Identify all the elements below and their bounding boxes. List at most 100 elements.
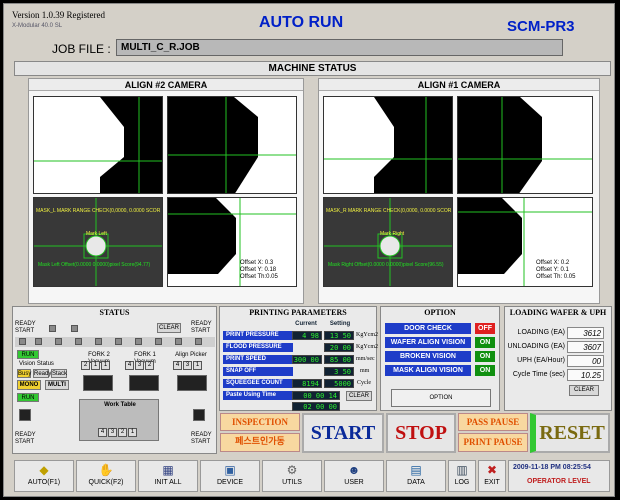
status-indicator <box>55 338 62 345</box>
gear-icon: ⚙ <box>286 463 298 477</box>
align2-view-top-right-image <box>168 97 296 193</box>
status-indicator <box>135 338 142 345</box>
align-picker-label: Align Picker <box>175 352 207 358</box>
start-button[interactable]: START <box>302 413 384 453</box>
auto-f1-button[interactable]: ◆ AUTO(F1) <box>14 460 74 492</box>
data-label: DATA <box>407 479 425 486</box>
align2-offset-y: Offset Y: 0.18 <box>240 267 277 273</box>
status-start-label-bottom-right: START <box>191 439 211 445</box>
user-button[interactable]: ☻ USER <box>324 460 384 492</box>
status-indicator <box>75 338 82 345</box>
loading-clear-button[interactable]: CLEAR <box>569 385 599 396</box>
squeegee-count-label: SQUEEGEE COUNT <box>223 379 293 388</box>
uph-label: UPH (EA/Hour) <box>517 357 565 364</box>
snap-off-setting[interactable]: 3 50 <box>324 367 354 376</box>
flood-pressure-setting[interactable]: 20 00 <box>324 343 354 352</box>
align-picker-cell: 1 <box>193 361 202 370</box>
status-indicator <box>35 338 42 345</box>
door-check-toggle[interactable]: OFF <box>475 323 495 334</box>
fork1-cell: 4 <box>125 361 134 370</box>
status-indicator <box>95 338 102 345</box>
wafer-align-vision-toggle[interactable]: ON <box>475 337 495 348</box>
multi-button[interactable]: MULTI <box>45 380 69 390</box>
user-label: USER <box>344 479 364 486</box>
align1-view-bottom-right[interactable]: Offset X: 0.2 Offset Y: 0.1 Offset Th: 0… <box>457 197 593 287</box>
status-start-label-right: START <box>191 328 211 334</box>
status-start-label-bottom-left: START <box>15 439 35 445</box>
align-picker-cell: 3 <box>183 361 192 370</box>
align2-view-top-right[interactable] <box>167 96 297 194</box>
loading-label: LOADING (EA) <box>517 329 565 336</box>
print-pause-button[interactable]: PRINT PAUSE <box>458 433 528 452</box>
align2-view-bottom-left[interactable]: MASK_L MARK RANGE CHECK(0,0000, 0.0000 S… <box>33 197 163 287</box>
work-table-panel: Work Table 4 3 2 1 <box>79 399 159 441</box>
print-speed-setting[interactable]: 85 00 <box>324 355 354 364</box>
col-setting-header: Setting <box>329 321 351 327</box>
align2-view-bottom-right[interactable]: Offset X: 0.3 Offset Y: 0.18 Offset Th:0… <box>167 197 297 287</box>
exit-button[interactable]: ✖ EXIT <box>478 460 506 492</box>
align1-camera-title: ALIGN #1 CAMERA <box>319 79 599 91</box>
align1-view-top-right[interactable] <box>457 96 593 194</box>
align1-view-top-left[interactable] <box>323 96 453 194</box>
fork2-cell: 2 <box>81 361 90 370</box>
status-indicator <box>71 325 78 332</box>
data-button[interactable]: ▤ DATA <box>386 460 446 492</box>
mask-align-vision-toggle[interactable]: ON <box>475 365 495 376</box>
run-indicator: RUN <box>17 350 39 359</box>
align1-mask-text: MASK_R MARK RANGE CHECK(0,0000, 0.0000 S… <box>326 208 452 214</box>
ready-indicator: Ready <box>33 369 52 378</box>
printing-parameters-panel: PRINTING PARAMETERS Current Setting PRIN… <box>219 306 378 411</box>
log-icon: ▥ <box>456 463 468 477</box>
page-title: AUTO RUN <box>259 14 344 31</box>
stop-button[interactable]: STOP <box>386 413 456 453</box>
align2-mark-info: Mask Left Offset(0.0000 0.0000)pixel Sco… <box>38 262 151 268</box>
reset-button[interactable]: RESET <box>530 413 610 453</box>
pass-pause-button[interactable]: PASS PAUSE <box>458 413 528 431</box>
fork2-cell: 1 <box>91 361 100 370</box>
busy-indicator: Busy <box>17 369 32 378</box>
job-file-field[interactable]: MULTI_C_R.JOB <box>116 39 563 56</box>
print-pressure-label: PRINT PRESSURE <box>223 331 293 340</box>
inspection-button[interactable]: INSPECTION <box>220 413 300 431</box>
paste-using-time-label: Paste Using Time <box>223 391 293 400</box>
user-icon: ☻ <box>347 463 361 477</box>
status-indicator-row <box>15 337 215 347</box>
paste-operation-button[interactable]: 페스트인가동 <box>220 433 300 452</box>
print-speed-current: 300 00 <box>292 355 322 364</box>
align2-camera-panel: ALIGN #2 CAMERA MASK_L MARK RANGE CHECK(… <box>28 78 304 304</box>
status-indicator <box>49 325 56 332</box>
print-pressure-setting[interactable]: 13 50 <box>324 331 354 340</box>
squeegee-count-setting[interactable]: 5000 <box>324 379 354 388</box>
option-button[interactable]: OPTION <box>391 389 491 407</box>
subtitle-text: X-Modular 40.0 SL <box>12 23 63 29</box>
status-panel: STATUS READY START CLEAR READY START RUN… <box>12 306 217 454</box>
utils-button[interactable]: ⚙ UTILS <box>262 460 322 492</box>
print-speed-label: PRINT SPEED <box>223 355 293 364</box>
align1-view-top-left-image <box>324 97 452 193</box>
left-table-icon <box>19 409 31 421</box>
auto-run-window: Version 1.0.39 Registered X-Modular 40.0… <box>3 3 615 497</box>
init-all-button[interactable]: ▦ INIT ALL <box>138 460 198 492</box>
align2-mask-text: MASK_L MARK RANGE CHECK(0,0000, 0.0000 S… <box>36 208 161 214</box>
init-all-label: INIT ALL <box>154 479 182 486</box>
flood-pressure-unit: KgYcm2 <box>356 344 378 350</box>
printing-clear-button[interactable]: CLEAR <box>346 391 372 401</box>
align2-mark-label: Mark Left <box>86 231 107 237</box>
device-button[interactable]: ▣ DEVICE <box>200 460 260 492</box>
snap-off-unit: mm <box>360 368 370 374</box>
mono-button[interactable]: MONO <box>17 380 41 390</box>
align2-offset-th: Offset Th:0.05 <box>240 274 278 280</box>
right-table-icon <box>193 409 205 421</box>
work-table-label: Work Table <box>104 402 136 408</box>
status-indicator <box>155 338 162 345</box>
fork1-cell: 3 <box>135 361 144 370</box>
broken-vision-toggle[interactable]: ON <box>475 351 495 362</box>
work-table-cell: 2 <box>118 428 127 437</box>
quick-f2-button[interactable]: ✋ QUICK(F2) <box>76 460 136 492</box>
align1-view-bottom-left[interactable]: MASK_R MARK RANGE CHECK(0,0000, 0.0000 S… <box>323 197 453 287</box>
fork2-cell: 1 <box>101 361 110 370</box>
quick-icon: ✋ <box>98 463 114 477</box>
log-button[interactable]: ▥ LOG <box>448 460 476 492</box>
align2-view-top-left[interactable] <box>33 96 163 194</box>
status-clear-button[interactable]: CLEAR <box>157 323 181 333</box>
